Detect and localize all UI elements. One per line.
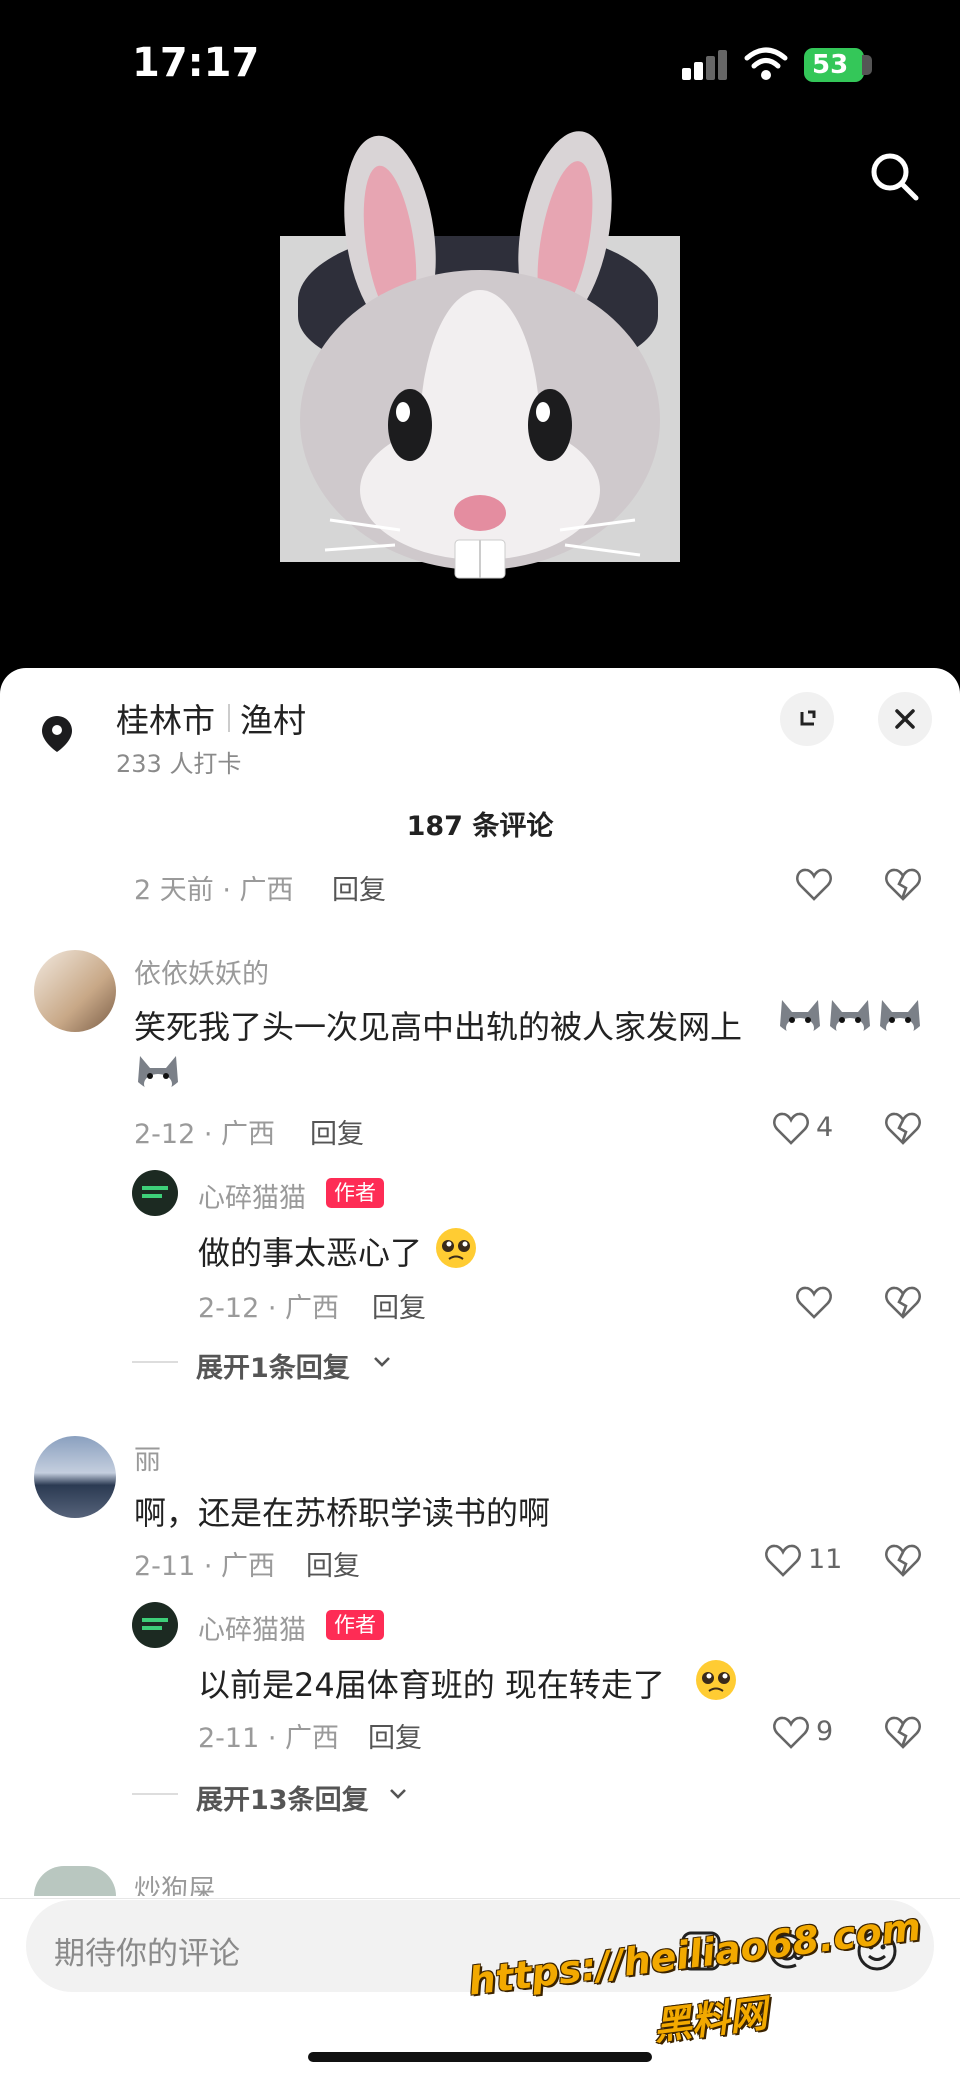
location-divider [228,704,230,732]
comment-username[interactable]: 依依妖妖的 [134,952,269,991]
reply-button[interactable]: 回复 [310,1112,364,1151]
author-avatar[interactable] [132,1602,178,1648]
avatar[interactable] [34,950,116,1032]
pleading-face-emoji [436,1228,476,1268]
comment-input-placeholder: 期待你的评论 [54,1936,240,1972]
signal-icon [682,50,727,80]
like-count: 11 [808,1544,843,1575]
search-icon[interactable] [868,150,920,202]
like-count: 4 [816,1112,834,1143]
location-place[interactable]: 渔村 [240,694,306,742]
husky-emoji [780,1000,820,1038]
reply-button[interactable]: 回复 [332,868,386,907]
status-time: 17:17 [132,40,260,86]
reply-button[interactable]: 回复 [372,1286,426,1325]
reply-meta: 2-11 · 广西 [198,1723,340,1754]
comment-meta: 2-11 · 广西 [134,1551,276,1582]
bunny-emoji [300,131,660,579]
comment-text: 啊，还是在苏桥职学读书的啊 [134,1494,551,1532]
minimize-icon [800,710,816,726]
location-city[interactable]: 桂林市 [116,694,215,742]
author-badge: 作者 [326,1178,384,1208]
expand-replies-button[interactable]: 展开13条回复 [196,1778,369,1817]
heart-icon[interactable] [795,866,833,902]
husky-emoji [880,1000,920,1038]
comments-count: 187 条评论 [406,811,554,842]
author-badge: 作者 [326,1610,384,1640]
comment-meta: 2 天前 · 广西 [134,875,294,906]
reply-username[interactable]: 心碎猫猫 [198,1176,306,1215]
expand-replies-button[interactable]: 展开1条回复 [196,1346,350,1385]
heart-icon[interactable] [764,1542,802,1578]
comment-text: 笑死我了头一次见高中出轨的被人家发网上 [134,1008,743,1046]
reply-meta: 2-12 · 广西 [198,1293,340,1324]
pleading-face-emoji [696,1660,736,1700]
chevron-down-icon[interactable] [372,1354,392,1370]
broken-heart-icon[interactable] [884,866,922,902]
wifi-icon [744,47,788,80]
expand-divider [132,1361,178,1363]
reply-button[interactable]: 回复 [368,1716,422,1755]
like-count: 9 [816,1716,834,1747]
author-avatar[interactable] [132,1170,178,1216]
broken-heart-icon[interactable] [884,1110,922,1146]
reply-button[interactable]: 回复 [306,1544,360,1583]
husky-emoji [138,1056,178,1094]
reply-username[interactable]: 心碎猫猫 [198,1608,306,1647]
battery-level: 53 [812,50,849,80]
reply-text: 做的事太恶心了 [198,1234,423,1272]
broken-heart-icon[interactable] [884,1284,922,1320]
broken-heart-icon[interactable] [884,1714,922,1750]
bottom-divider [0,1898,960,1899]
husky-emoji [830,1000,870,1038]
reply-text: 以前是24届体育班的 现在转走了 [198,1666,665,1704]
battery-tip [862,55,872,75]
expand-divider [132,1793,178,1795]
heart-icon[interactable] [772,1714,810,1750]
avatar[interactable] [34,1436,116,1518]
close-button[interactable] [878,692,932,746]
heart-icon[interactable] [772,1110,810,1146]
checkin-count: 233 人打卡 [116,750,242,778]
minimize-button[interactable] [780,692,834,746]
chevron-down-icon[interactable] [388,1786,408,1802]
location-pin-icon [42,716,72,752]
heart-icon[interactable] [795,1284,833,1320]
battery-indicator: 53 [804,48,864,82]
broken-heart-icon[interactable] [884,1542,922,1578]
close-icon [895,709,915,729]
comment-username[interactable]: 丽 [134,1438,161,1477]
home-indicator [308,2052,652,2062]
comment-meta: 2-12 · 广西 [134,1119,276,1150]
